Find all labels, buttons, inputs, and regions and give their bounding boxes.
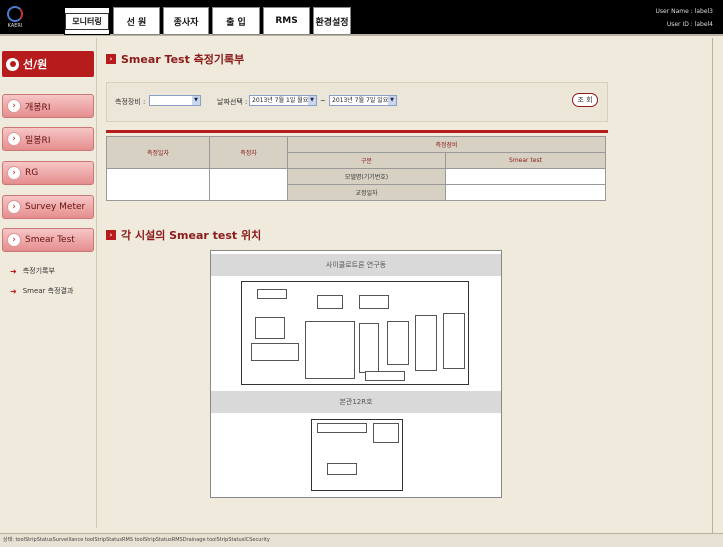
date-from-value: 2013년 7월 1일 월요일 bbox=[252, 97, 314, 104]
header-person: 측정자 bbox=[209, 136, 288, 169]
room bbox=[373, 423, 399, 443]
filter-panel: 측정장비 : ▼ 날짜선택 : 2013년 7월 1일 월요일 ▼ ~ 2013… bbox=[106, 82, 608, 122]
tab-settings[interactable]: 환경설정 bbox=[313, 7, 351, 35]
tab-worker[interactable]: 종사자 bbox=[163, 7, 209, 35]
room bbox=[359, 295, 389, 309]
sub-item-record[interactable]: ➜ 측정기록부 bbox=[10, 266, 55, 276]
chevron-down-icon[interactable]: ▼ bbox=[388, 96, 396, 105]
tab-access[interactable]: 출 입 bbox=[212, 7, 260, 35]
sidebar-item-label: Survey Meter bbox=[25, 202, 86, 212]
cell-person[interactable] bbox=[209, 168, 288, 201]
room bbox=[387, 321, 409, 365]
sidebar-title: 선/원 bbox=[23, 58, 48, 71]
date-to-value: 2013년 7월 7일 일요일 bbox=[332, 97, 394, 104]
tab-source[interactable]: 선 원 bbox=[113, 7, 160, 35]
room bbox=[443, 313, 465, 369]
top-bar: KAERI 모니터링 선 원 종사자 출 입 RMS 환경설정 User Nam… bbox=[0, 0, 723, 36]
sidebar-item-sealed-ri[interactable]: › 밀봉RI bbox=[2, 127, 94, 151]
chevron-right-icon: › bbox=[7, 233, 21, 247]
sidebar-item-rg[interactable]: › RG bbox=[2, 161, 94, 185]
user-id-label: User ID : bbox=[666, 21, 693, 28]
section-title-record: › Smear Test 측정기록부 bbox=[106, 51, 244, 67]
room bbox=[327, 463, 357, 475]
header-kind: 구분 bbox=[287, 152, 446, 169]
chevron-right-icon: › bbox=[7, 132, 21, 146]
sidebar-header: 선/원 bbox=[2, 51, 94, 77]
tab-monitoring-label: 모니터링 bbox=[65, 12, 109, 30]
user-id-row: User ID : label4 bbox=[667, 21, 713, 28]
date-label: 날짜선택 : bbox=[217, 98, 248, 106]
right-border bbox=[712, 38, 713, 533]
room bbox=[257, 289, 287, 299]
header-date: 측정일자 bbox=[106, 136, 210, 169]
sub-item-result[interactable]: ➜ Smear 측정결과 bbox=[10, 286, 73, 296]
device-select[interactable]: ▼ bbox=[149, 95, 201, 106]
chevron-right-icon: › bbox=[7, 166, 21, 180]
user-name-row: User Name : label3 bbox=[656, 8, 713, 15]
sidebar-item-label: RG bbox=[25, 168, 39, 178]
section-title-text: Smear Test 측정기록부 bbox=[121, 53, 245, 66]
cell-model[interactable] bbox=[445, 168, 606, 185]
sidebar-item-open-ri[interactable]: › 개봉RI bbox=[2, 94, 94, 118]
record-table: 측정일자 측정자 측정장비 구분 Smear test 모델명(기기번호) 교정… bbox=[106, 136, 606, 201]
circle-bullet-icon bbox=[6, 57, 19, 71]
section-title-location: › 각 시설의 Smear test 위치 bbox=[106, 227, 261, 243]
building1-label: 사이클로트론 연구동 bbox=[211, 254, 501, 276]
room bbox=[365, 371, 405, 381]
user-id-value: label4 bbox=[694, 21, 713, 28]
room bbox=[251, 343, 299, 361]
user-name-label: User Name : bbox=[655, 8, 693, 15]
tab-monitoring[interactable]: 모니터링 bbox=[64, 7, 110, 35]
section-title-text: 각 시설의 Smear test 위치 bbox=[121, 229, 262, 242]
date-to-picker[interactable]: 2013년 7월 7일 일요일 ▼ bbox=[329, 95, 397, 106]
logo-text: KAERI bbox=[7, 23, 23, 29]
room bbox=[415, 315, 437, 371]
user-name-value: label3 bbox=[694, 8, 713, 15]
kaeri-logo: KAERI bbox=[4, 6, 26, 30]
date-separator: ~ bbox=[320, 97, 326, 105]
sidebar-item-label: Smear Test bbox=[25, 235, 75, 245]
row-label-calibration: 교정일자 bbox=[287, 184, 446, 201]
chevron-down-icon[interactable]: ▼ bbox=[308, 96, 316, 105]
floor-plan-map: 사이클로트론 연구동 본관12R호 bbox=[210, 250, 502, 498]
arrow-right-icon: ➜ bbox=[10, 286, 17, 296]
chevron-right-icon: › bbox=[7, 99, 21, 113]
tab-rms[interactable]: RMS bbox=[263, 7, 310, 35]
sub-item-label: Smear 측정결과 bbox=[22, 287, 74, 295]
sidebar-item-survey-meter[interactable]: › Survey Meter bbox=[2, 195, 94, 219]
status-bar: 상태: toolStripStatusSurveillance toolStri… bbox=[0, 533, 723, 547]
room bbox=[317, 423, 367, 433]
cell-calibration[interactable] bbox=[445, 184, 606, 201]
row-label-model: 모델명(기기번호) bbox=[287, 168, 446, 185]
header-device: 측정장비 bbox=[287, 136, 606, 153]
chevron-down-icon[interactable]: ▼ bbox=[192, 96, 200, 105]
room bbox=[317, 295, 343, 309]
date-from-picker[interactable]: 2013년 7월 1일 월요일 ▼ bbox=[249, 95, 317, 106]
chevron-right-icon: › bbox=[106, 54, 116, 64]
room bbox=[255, 317, 285, 339]
sub-item-label: 측정기록부 bbox=[22, 267, 55, 275]
logo-ring-icon bbox=[7, 6, 23, 22]
cell-date[interactable] bbox=[106, 168, 210, 201]
arrow-right-icon: ➜ bbox=[10, 266, 17, 276]
device-label: 측정장비 : bbox=[115, 98, 146, 106]
sidebar-item-label: 밀봉RI bbox=[25, 135, 51, 146]
chevron-right-icon: › bbox=[106, 230, 116, 240]
room bbox=[305, 321, 355, 379]
building2-label: 본관12R호 bbox=[211, 391, 501, 413]
divider-line bbox=[106, 130, 608, 133]
room bbox=[359, 323, 379, 373]
search-button[interactable]: 조 회 bbox=[572, 93, 598, 107]
sidebar-item-smear-test[interactable]: › Smear Test bbox=[2, 228, 94, 252]
chevron-right-icon: › bbox=[7, 200, 21, 214]
sidebar-item-label: 개봉RI bbox=[25, 102, 51, 113]
header-smear: Smear test bbox=[445, 152, 606, 169]
sidebar: 선/원 › 개봉RI › 밀봉RI › RG › Survey Meter › … bbox=[0, 38, 97, 528]
